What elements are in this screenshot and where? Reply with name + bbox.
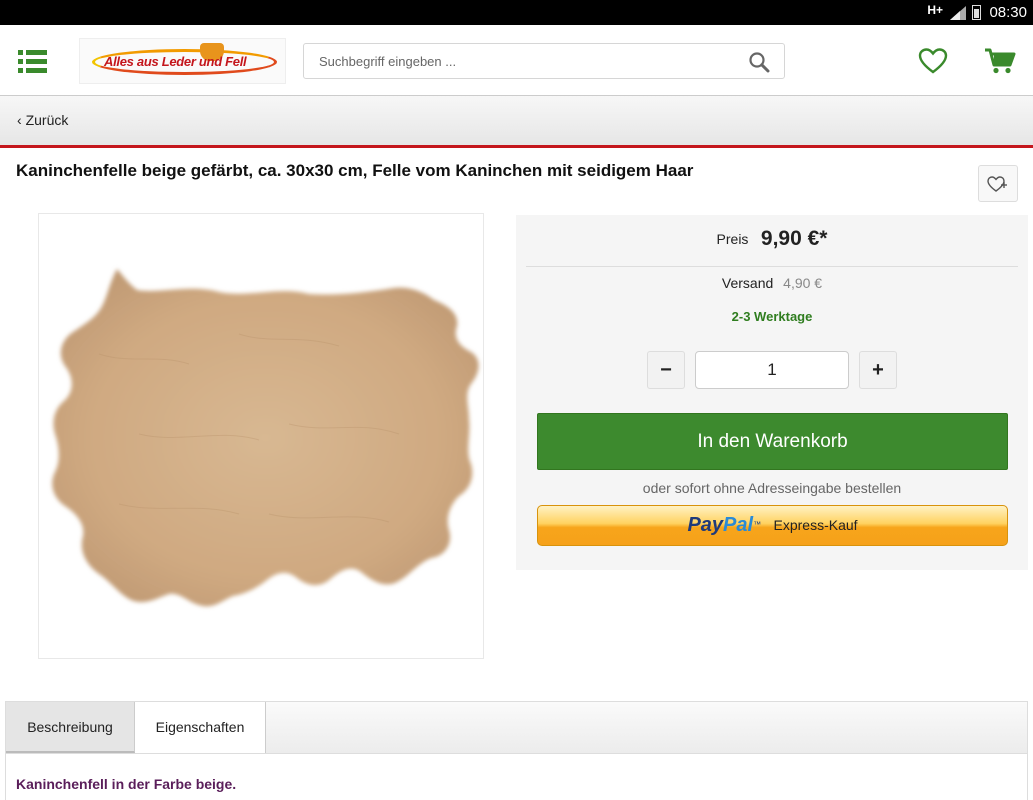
status-bar: H+ 08:30 <box>0 0 1033 25</box>
tab-properties[interactable]: Eigenschaften <box>135 702 266 753</box>
rabbit-fur-image <box>52 269 479 607</box>
back-link[interactable]: ‹ Zurück <box>17 112 68 128</box>
logo-text: Alles aus Leder und Fell <box>104 54 247 69</box>
add-to-wishlist-button[interactable] <box>978 165 1018 202</box>
chevron-left-icon: ‹ <box>17 112 22 128</box>
delivery-time: 2-3 Werktage <box>731 309 813 324</box>
back-label: Zurück <box>25 112 69 128</box>
network-indicator: H+ <box>927 3 943 17</box>
search-box <box>303 43 785 79</box>
paypal-trademark: ™ <box>753 520 762 529</box>
paypal-express-label: Express-Kauf <box>773 517 858 533</box>
paypal-logo-pay: Pay <box>687 514 724 536</box>
price-label: Preis <box>716 231 749 247</box>
clock: 08:30 <box>989 4 1027 21</box>
add-to-cart-button[interactable]: In den Warenkorb <box>537 413 1008 470</box>
price-value: 9,90 €* <box>760 227 828 250</box>
paypal-express-button[interactable]: PayPal™ Express-Kauf <box>537 505 1008 546</box>
battery-icon <box>972 5 981 20</box>
product-image[interactable] <box>38 213 484 659</box>
back-bar: ‹ Zurück <box>0 96 1033 148</box>
paypal-logo: PayPal <box>687 514 753 536</box>
description-text: Kaninchenfell in der Farbe beige. <box>16 776 237 792</box>
shop-logo[interactable]: Alles aus Leder und Fell <box>79 38 286 84</box>
express-checkout-note: oder sofort ohne Adresseingabe bestellen <box>642 480 902 496</box>
divider <box>526 266 1018 267</box>
signal-icon <box>950 6 966 20</box>
list-menu-icon <box>18 50 47 73</box>
price-row: Preis 9,90 €* <box>516 227 1028 253</box>
search-input[interactable] <box>304 44 734 78</box>
menu-button[interactable] <box>18 49 48 73</box>
cart-icon[interactable] <box>984 47 1016 75</box>
shipping-row: Versand 4,90 € <box>516 275 1028 291</box>
shipping-label: Versand <box>721 275 774 291</box>
buy-box: Preis 9,90 €* Versand 4,90 € 2-3 Werktag… <box>516 215 1028 570</box>
search-icon[interactable] <box>748 51 770 73</box>
quantity-decrease-button[interactable]: − <box>647 351 685 389</box>
quantity-input[interactable]: 1 <box>695 351 849 389</box>
product-tabs: Beschreibung Eigenschaften <box>5 701 1028 753</box>
shipping-value: 4,90 € <box>783 275 823 291</box>
tab-content: Kaninchenfell in der Farbe beige. <box>5 753 1028 800</box>
product-title: Kaninchenfelle beige gefärbt, ca. 30x30 … <box>16 161 694 180</box>
heart-plus-icon <box>987 176 1007 192</box>
tab-description[interactable]: Beschreibung <box>6 702 135 753</box>
paypal-logo-pal: Pal <box>723 514 754 536</box>
quantity-increase-button[interactable]: + <box>859 351 897 389</box>
app-header: Alles aus Leder und Fell <box>0 25 1033 96</box>
heart-icon[interactable] <box>918 47 948 75</box>
